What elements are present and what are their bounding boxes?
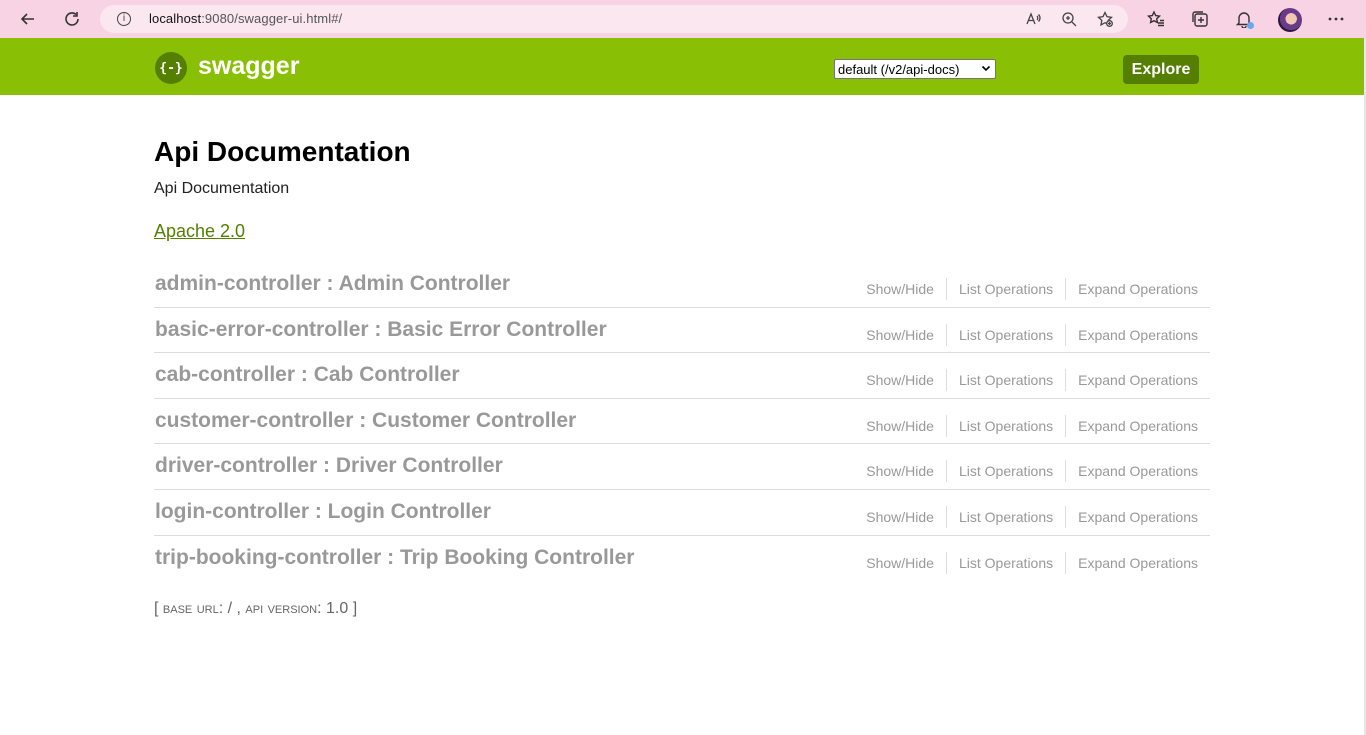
expand-operations-link[interactable]: Expand Operations xyxy=(1066,460,1210,482)
profile-avatar[interactable] xyxy=(1278,8,1302,32)
refresh-icon[interactable] xyxy=(57,5,87,33)
resource-name[interactable]: login-controller : Login Controller xyxy=(155,500,491,524)
api-footer-info: [ base url: / , api version: 1.0 ] xyxy=(154,600,358,617)
more-icon[interactable] xyxy=(1326,9,1346,29)
chevron-down-icon xyxy=(981,65,991,72)
show-hide-link[interactable]: Show/Hide xyxy=(854,369,946,391)
add-favorite-icon[interactable] xyxy=(1096,10,1114,28)
resource-name[interactable]: basic-error-controller : Basic Error Con… xyxy=(155,318,607,342)
expand-operations-link[interactable]: Expand Operations xyxy=(1066,278,1210,300)
list-operations-link[interactable]: List Operations xyxy=(947,324,1065,346)
read-aloud-icon[interactable] xyxy=(1024,10,1042,28)
url-text[interactable]: localhost:9080/swagger-ui.html#/ xyxy=(149,11,342,26)
resource-item: driver-controller : Driver Controller Sh… xyxy=(154,444,1210,490)
resource-list: admin-controller : Admin Controller Show… xyxy=(154,262,1210,581)
collections-icon[interactable] xyxy=(1190,9,1210,29)
expand-operations-link[interactable]: Expand Operations xyxy=(1066,415,1210,437)
show-hide-link[interactable]: Show/Hide xyxy=(854,506,946,528)
show-hide-link[interactable]: Show/Hide xyxy=(854,460,946,482)
license-link[interactable]: Apache 2.0 xyxy=(154,221,245,242)
list-operations-link[interactable]: List Operations xyxy=(947,278,1065,300)
resource-actions: Show/Hide List Operations Expand Operati… xyxy=(854,278,1210,300)
list-operations-link[interactable]: List Operations xyxy=(947,506,1065,528)
zoom-icon[interactable] xyxy=(1060,10,1078,28)
expand-operations-link[interactable]: Expand Operations xyxy=(1066,324,1210,346)
resource-item: trip-booking-controller : Trip Booking C… xyxy=(154,536,1210,582)
spec-select[interactable]: default (/v2/api-docs) xyxy=(834,59,996,79)
api-version-value: 1.0 xyxy=(325,600,349,617)
info-icon[interactable]: i xyxy=(117,12,131,26)
list-operations-link[interactable]: List Operations xyxy=(947,415,1065,437)
favorites-icon[interactable] xyxy=(1146,9,1166,29)
resource-actions: Show/Hide List Operations Expand Operati… xyxy=(854,414,1210,437)
api-version-label: api version xyxy=(245,600,318,617)
resource-item: cab-controller : Cab Controller Show/Hid… xyxy=(154,353,1210,399)
browser-toolbar: i localhost:9080/swagger-ui.html#/ xyxy=(0,0,1366,38)
show-hide-link[interactable]: Show/Hide xyxy=(854,324,946,346)
resource-actions: Show/Hide List Operations Expand Operati… xyxy=(854,460,1210,483)
expand-operations-link[interactable]: Expand Operations xyxy=(1066,369,1210,391)
resource-actions: Show/Hide List Operations Expand Operati… xyxy=(854,369,1210,392)
resource-item: admin-controller : Admin Controller Show… xyxy=(154,262,1210,308)
base-url-value: / xyxy=(227,600,233,617)
show-hide-link[interactable]: Show/Hide xyxy=(854,552,946,574)
list-operations-link[interactable]: List Operations xyxy=(947,460,1065,482)
show-hide-link[interactable]: Show/Hide xyxy=(854,415,946,437)
address-bar[interactable]: i localhost:9080/swagger-ui.html#/ xyxy=(100,5,1128,33)
list-operations-link[interactable]: List Operations xyxy=(947,552,1065,574)
resource-name[interactable]: driver-controller : Driver Controller xyxy=(155,454,503,478)
resource-name[interactable]: customer-controller : Customer Controlle… xyxy=(155,409,576,433)
back-icon[interactable] xyxy=(13,5,43,33)
resource-actions: Show/Hide List Operations Expand Operati… xyxy=(854,505,1210,528)
resource-name[interactable]: admin-controller : Admin Controller xyxy=(155,272,510,296)
swagger-logo-icon[interactable]: {-} xyxy=(155,52,187,84)
show-hide-link[interactable]: Show/Hide xyxy=(854,278,946,300)
close-bracket: ] xyxy=(352,600,358,617)
spec-select-value: default (/v2/api-docs) xyxy=(838,61,960,77)
resource-item: login-controller : Login Controller Show… xyxy=(154,490,1210,536)
notification-badge xyxy=(1247,22,1254,29)
swagger-header: {-} swagger default (/v2/api-docs) Explo… xyxy=(0,38,1364,95)
explore-button[interactable]: Explore xyxy=(1123,55,1199,84)
expand-operations-link[interactable]: Expand Operations xyxy=(1066,552,1210,574)
open-bracket: [ xyxy=(154,600,159,617)
expand-operations-link[interactable]: Expand Operations xyxy=(1066,506,1210,528)
resource-item: customer-controller : Customer Controlle… xyxy=(154,399,1210,445)
resource-actions: Show/Hide List Operations Expand Operati… xyxy=(854,323,1210,346)
base-url-label: base url xyxy=(162,600,219,617)
resource-name[interactable]: cab-controller : Cab Controller xyxy=(155,363,460,387)
resource-actions: Show/Hide List Operations Expand Operati… xyxy=(854,551,1210,574)
list-operations-link[interactable]: List Operations xyxy=(947,369,1065,391)
api-title: Api Documentation xyxy=(154,136,411,167)
resource-item: basic-error-controller : Basic Error Con… xyxy=(154,308,1210,354)
resource-name[interactable]: trip-booking-controller : Trip Booking C… xyxy=(155,546,634,570)
swagger-logo-text[interactable]: swagger xyxy=(198,52,299,81)
api-description: Api Documentation xyxy=(154,180,290,197)
